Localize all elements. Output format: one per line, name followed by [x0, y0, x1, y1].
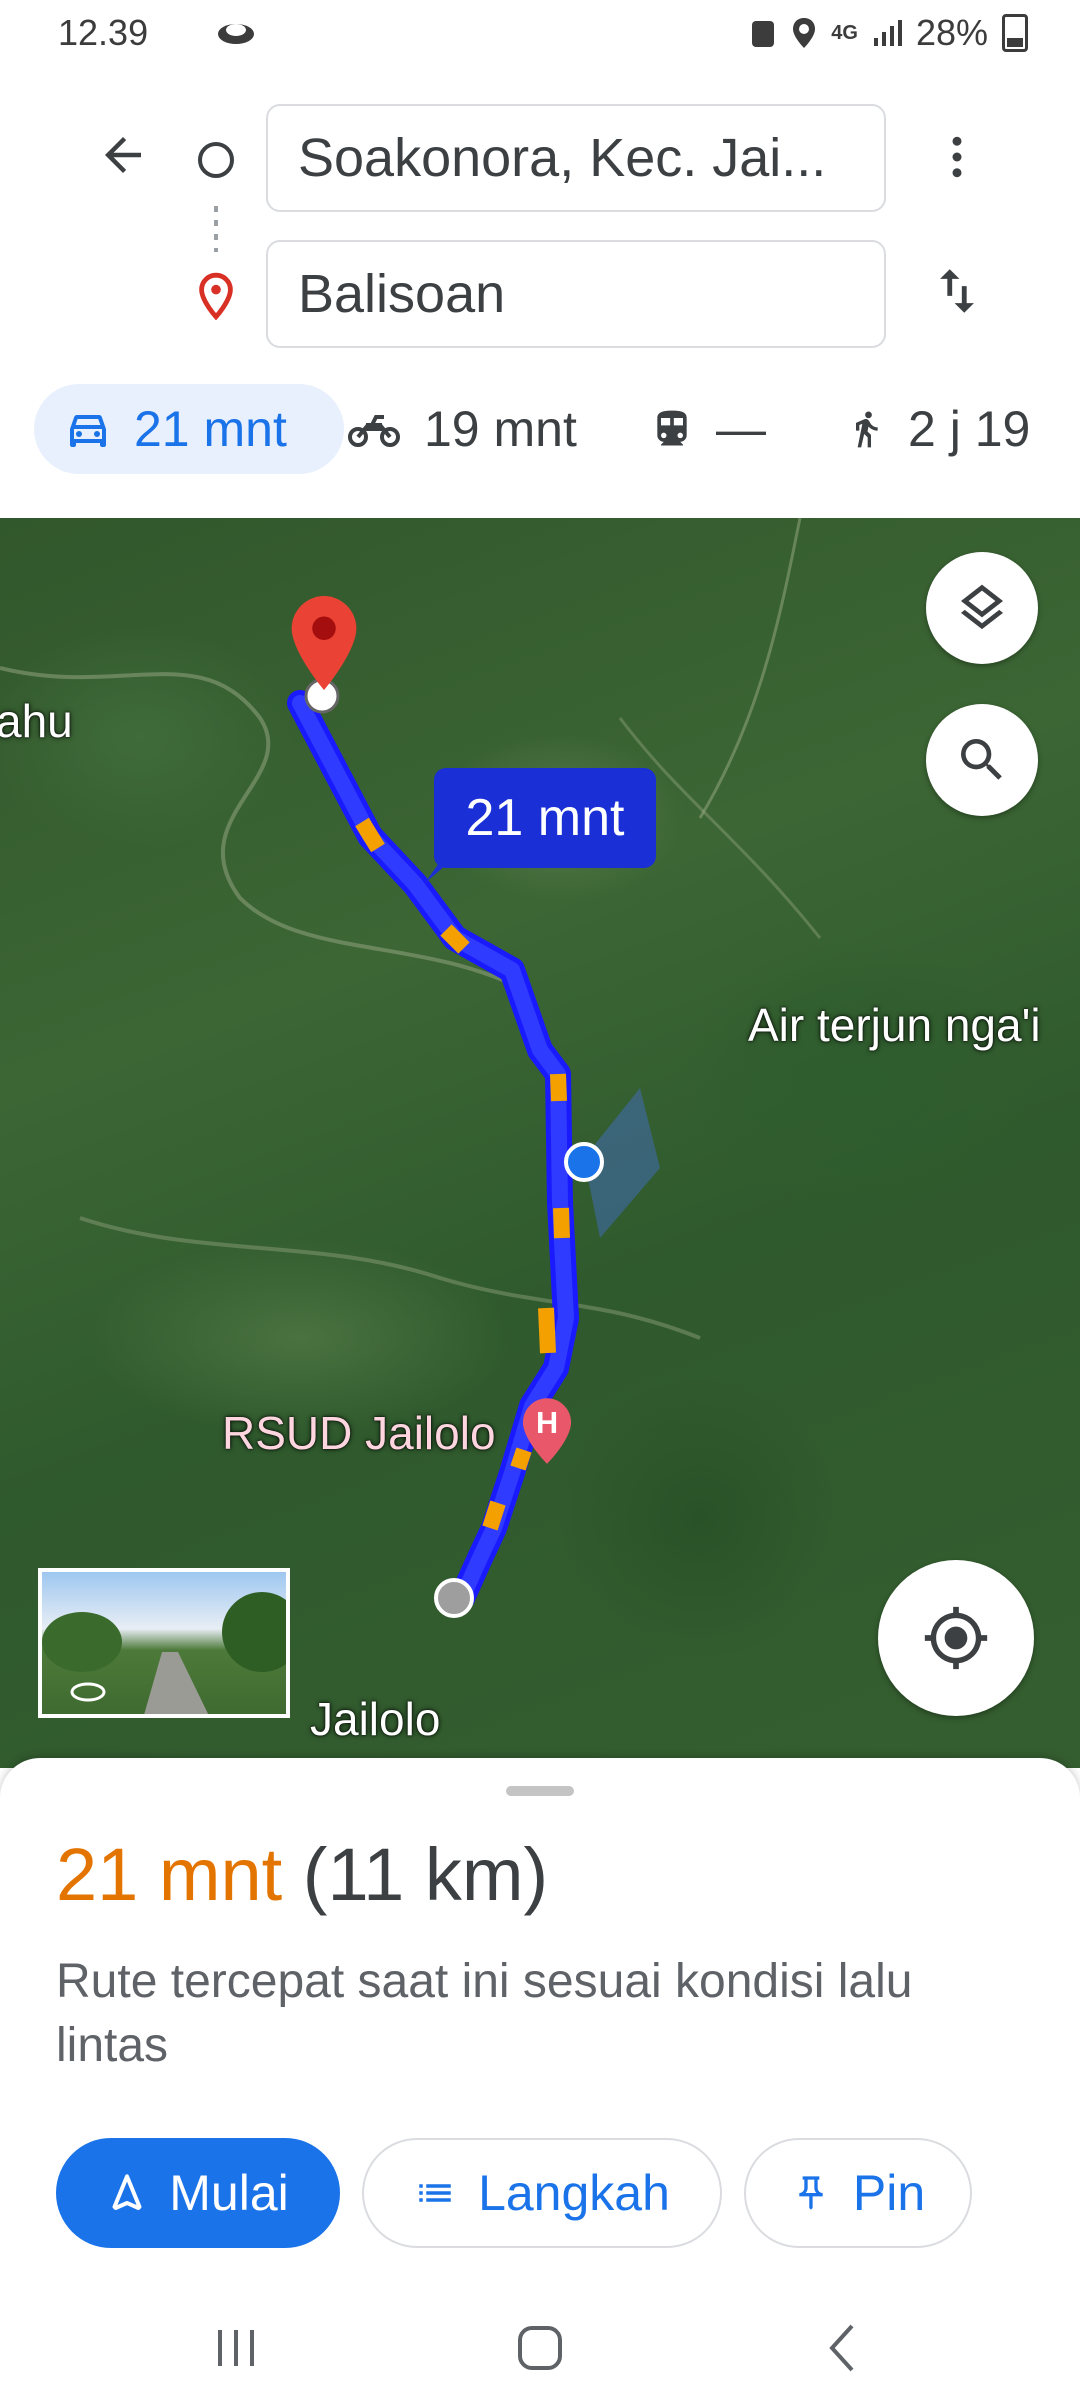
- recent-apps-button[interactable]: [206, 2320, 266, 2376]
- status-bar: 12.39 4G 28%: [0, 0, 1080, 72]
- more-options-button[interactable]: [930, 130, 984, 189]
- layers-icon: [961, 584, 1003, 630]
- layers-button[interactable]: [926, 552, 1038, 664]
- steps-button[interactable]: Langkah: [362, 2138, 722, 2248]
- navigation-arrow-icon: [112, 2174, 142, 2210]
- start-label: Mulai: [169, 2165, 289, 2221]
- mode-walk-tab[interactable]: 2 j 19: [846, 384, 1030, 474]
- mode-transit-tab[interactable]: —: [650, 384, 766, 474]
- battery-level: 28%: [915, 12, 988, 53]
- my-location-button[interactable]: [878, 1560, 1034, 1716]
- map-view[interactable]: 21 mnt ahu Air terjun nga'i RSUD Jailolo…: [0, 518, 1080, 1768]
- route-summary-heading: 21 mnt (11 km): [56, 1832, 548, 1917]
- mode-motorbike-label: 19 mnt: [424, 401, 577, 457]
- swap-vert-icon: [940, 269, 974, 313]
- swap-route-button[interactable]: [928, 262, 986, 325]
- mode-transit-label: —: [716, 401, 766, 457]
- mode-walk-label: 2 j 19: [908, 401, 1031, 457]
- steps-label: Langkah: [478, 2165, 670, 2221]
- back-button[interactable]: [96, 128, 150, 187]
- route-start-marker: [434, 1578, 474, 1618]
- pin-button[interactable]: Pin: [744, 2138, 972, 2248]
- traffic-segment: [553, 1207, 570, 1239]
- destination-pin-icon: [196, 272, 236, 325]
- traffic-segment: [482, 1500, 506, 1531]
- map-label-waterfall[interactable]: Air terjun nga'i: [748, 998, 1041, 1052]
- traffic-segment: [538, 1307, 556, 1354]
- my-location-icon: [924, 1606, 988, 1670]
- pin-label: Pin: [852, 2165, 926, 2221]
- status-time: 12.39: [58, 12, 149, 53]
- traffic-segment: [550, 1073, 567, 1102]
- walk-icon: [856, 411, 878, 448]
- back-nav-button[interactable]: [816, 2318, 872, 2378]
- home-button[interactable]: [508, 2316, 572, 2380]
- search-icon: [961, 739, 1002, 780]
- mode-car-tab[interactable]: 21 mnt: [34, 384, 344, 474]
- map-label-town[interactable]: Jailolo: [310, 1692, 440, 1746]
- route-duration: 21 mnt: [56, 1833, 283, 1916]
- network-type: 4G: [831, 21, 858, 44]
- pin-icon: [799, 2176, 823, 2210]
- route-description: Rute tercepat saat ini sesuai kondisi la…: [56, 1955, 913, 2072]
- notification-icon: [214, 16, 258, 61]
- recycle-icon: [752, 21, 775, 47]
- street-view-360-icon: [70, 1682, 106, 1702]
- bubble-tail: [424, 848, 456, 884]
- hospital-icon[interactable]: H: [520, 1396, 574, 1471]
- signal-icon: [873, 20, 902, 46]
- mode-motorbike-tab[interactable]: 19 mnt: [346, 384, 577, 474]
- search-along-route-button[interactable]: [926, 704, 1038, 816]
- back-arrow-icon: [105, 137, 141, 173]
- svg-text:H: H: [536, 1406, 558, 1440]
- street-view-thumbnail[interactable]: [38, 1568, 290, 1718]
- current-location-marker: [564, 1142, 604, 1182]
- battery-icon: [1002, 14, 1028, 52]
- more-vert-icon: [952, 136, 962, 178]
- map-label-hospital[interactable]: RSUD Jailolo: [222, 1406, 496, 1460]
- status-icons: 4G 28%: [749, 12, 1028, 54]
- origin-circle-icon: [198, 142, 234, 178]
- car-icon: [70, 415, 106, 447]
- destination-map-pin-icon[interactable]: [288, 593, 360, 698]
- destination-input[interactable]: Balisoan: [266, 240, 886, 348]
- train-icon: [657, 410, 687, 446]
- map-label-partial: ahu: [0, 695, 73, 747]
- system-nav-bar: [0, 2290, 1080, 2408]
- list-icon: [419, 2184, 451, 2202]
- route-duration-bubble[interactable]: 21 mnt: [434, 768, 656, 868]
- motorbike-icon: [348, 415, 400, 447]
- origin-input[interactable]: Soakonora, Kec. Jai...: [266, 104, 886, 212]
- route-dots-connector: [214, 206, 218, 252]
- mode-car-label: 21 mnt: [134, 401, 287, 457]
- start-navigation-button[interactable]: Mulai: [56, 2138, 340, 2248]
- sheet-drag-handle[interactable]: [506, 1786, 574, 1796]
- route-distance: (11 km): [302, 1833, 549, 1916]
- location-icon: [793, 18, 816, 48]
